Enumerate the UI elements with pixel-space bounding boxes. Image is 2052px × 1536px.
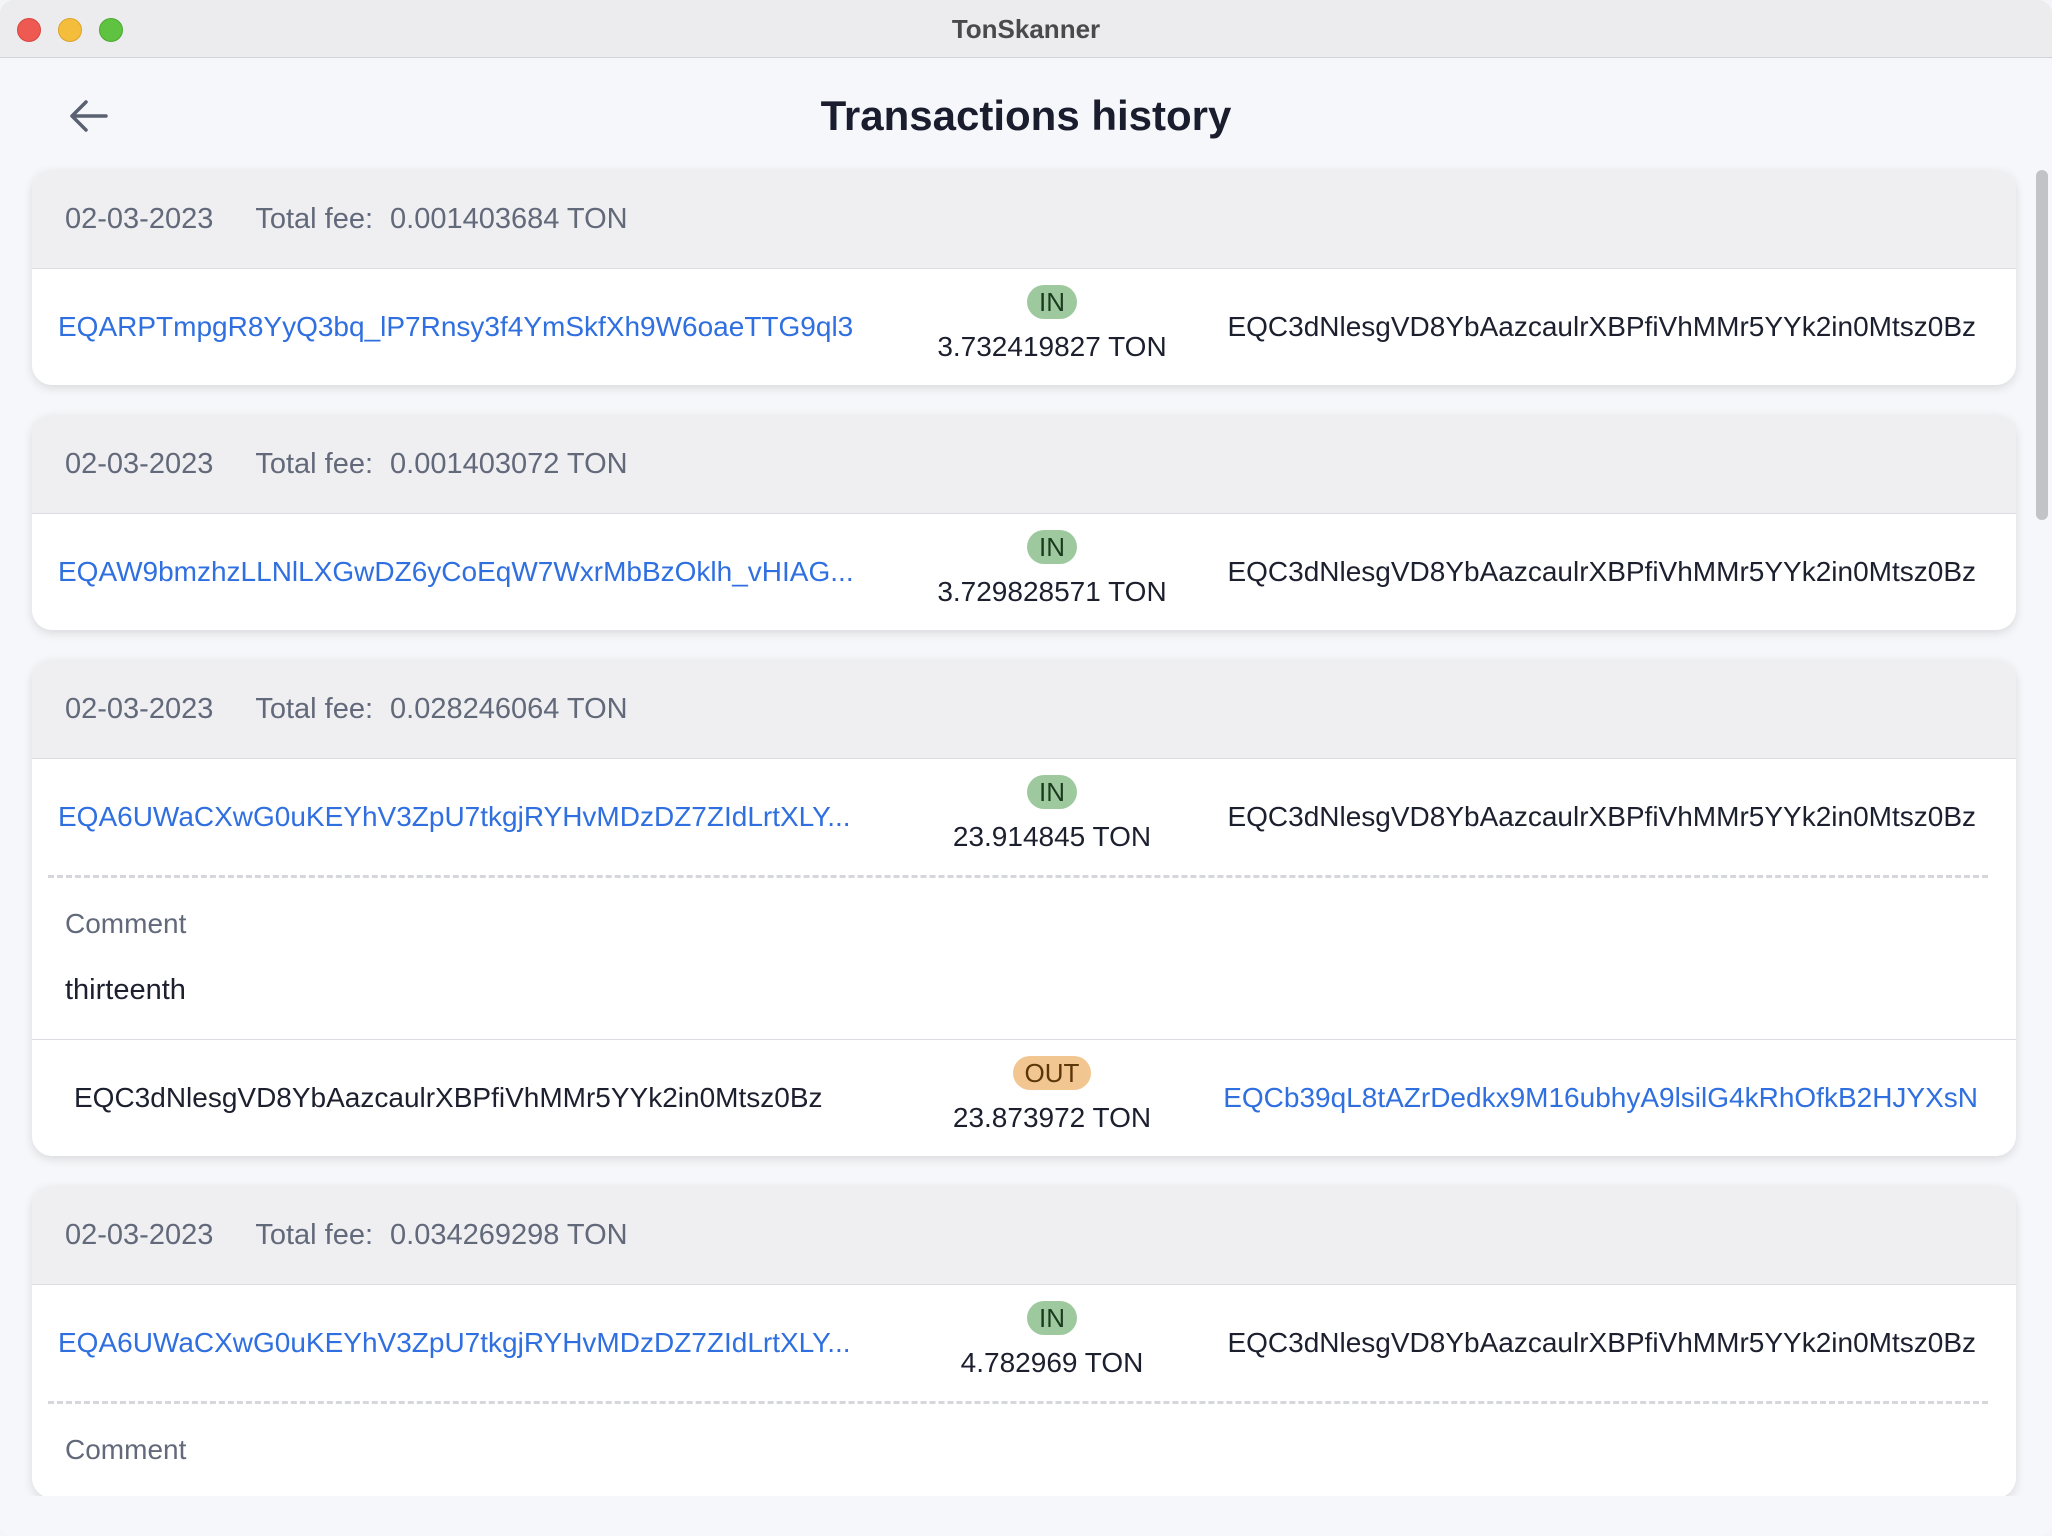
transactions-list: 02-03-2023 Total fee: 0.001403684 TON EQ… (32, 170, 2016, 1528)
transaction-date: 02-03-2023 (65, 447, 214, 480)
transaction-header: 02-03-2023 Total fee: 0.001403684 TON (32, 170, 2016, 269)
comment-label: Comment (65, 908, 187, 939)
total-fee-value: 0.001403072 TON (390, 447, 628, 480)
direction-badge: OUT (1012, 1056, 1092, 1090)
source-address-link[interactable]: EQA6UWaCXwG0uKEYhV3ZpU7tkgjRYHvMDzDZ7ZId… (58, 1327, 908, 1359)
page-header: Transactions history (0, 58, 2052, 170)
destination-address: EQC3dNlesgVD8YbAazcaulrXBPfiVhMMr5YYk2in… (1227, 311, 1976, 342)
window-bottom-edge (0, 1496, 2052, 1536)
transfer-info: OUT 23.873972 TON (872, 1056, 1232, 1134)
transaction-header: 02-03-2023 Total fee: 0.001403072 TON (32, 415, 2016, 514)
comment-label: Comment (65, 1434, 187, 1465)
transfer-amount: 3.729828571 TON (937, 576, 1167, 607)
total-fee-label: Total fee: (255, 447, 374, 480)
total-fee-value: 0.034269298 TON (390, 1218, 628, 1251)
title-bar: TonSkanner (0, 0, 2052, 58)
transaction-row: EQC3dNlesgVD8YbAazcaulrXBPfiVhMMr5YYk2in… (32, 1040, 2016, 1156)
transfer-info: IN 23.914845 TON (872, 775, 1232, 853)
transaction-row: EQARPTmpgR8YyQ3bq_lP7Rnsy3f4YmSkfXh9W6oa… (32, 269, 2016, 385)
destination-address-link[interactable]: EQCb39qL8tAZrDedkx9M16ubhyA9lsilG4kRhOfk… (1223, 1082, 1978, 1114)
transfer-info: IN 4.782969 TON (872, 1301, 1232, 1379)
direction-badge: IN (1027, 285, 1077, 319)
direction-badge: IN (1027, 530, 1077, 564)
transfer-info: IN 3.732419827 TON (872, 285, 1232, 363)
comment-text: thirteenth (65, 974, 186, 1006)
transaction-card: 02-03-2023 Total fee: 0.001403684 TON EQ… (32, 170, 2016, 385)
source-address-link[interactable]: EQARPTmpgR8YyQ3bq_lP7Rnsy3f4YmSkfXh9W6oa… (58, 311, 908, 343)
transaction-header: 02-03-2023 Total fee: 0.028246064 TON (32, 660, 2016, 759)
transaction-card: 02-03-2023 Total fee: 0.028246064 TON EQ… (32, 660, 2016, 1156)
transaction-date: 02-03-2023 (65, 692, 214, 725)
transfer-amount: 3.732419827 TON (937, 331, 1167, 362)
destination-address: EQC3dNlesgVD8YbAazcaulrXBPfiVhMMr5YYk2in… (1227, 801, 1976, 832)
source-address-link[interactable]: EQA6UWaCXwG0uKEYhV3ZpU7tkgjRYHvMDzDZ7ZId… (58, 801, 908, 833)
scrollbar-thumb[interactable] (2036, 170, 2048, 520)
app-title: TonSkanner (951, 14, 1101, 44)
transaction-date: 02-03-2023 (65, 1218, 214, 1251)
transaction-date: 02-03-2023 (65, 202, 214, 235)
transaction-header: 02-03-2023 Total fee: 0.034269298 TON (32, 1186, 2016, 1285)
destination-address: EQC3dNlesgVD8YbAazcaulrXBPfiVhMMr5YYk2in… (1227, 556, 1976, 587)
transaction-row: EQA6UWaCXwG0uKEYhV3ZpU7tkgjRYHvMDzDZ7ZId… (32, 1285, 2016, 1401)
total-fee-label: Total fee: (255, 202, 374, 235)
comment-section: Comment (32, 1404, 2016, 1498)
page-title: Transactions history (820, 92, 1232, 139)
total-fee-label: Total fee: (255, 692, 374, 725)
transaction-row: EQA6UWaCXwG0uKEYhV3ZpU7tkgjRYHvMDzDZ7ZId… (32, 759, 2016, 875)
transfer-amount: 23.873972 TON (952, 1102, 1152, 1133)
direction-badge: IN (1027, 775, 1077, 809)
comment-section: Comment thirteenth (32, 878, 2016, 1039)
transaction-row: EQAW9bmzhzLLNlLXGwDZ6yCoEqW7WxrMbBzOklh_… (32, 514, 2016, 630)
source-address: EQC3dNlesgVD8YbAazcaulrXBPfiVhMMr5YYk2in… (74, 1082, 823, 1113)
transfer-amount: 4.782969 TON (960, 1347, 1144, 1378)
destination-address: EQC3dNlesgVD8YbAazcaulrXBPfiVhMMr5YYk2in… (1227, 1327, 1976, 1358)
source-address-link[interactable]: EQAW9bmzhzLLNlLXGwDZ6yCoEqW7WxrMbBzOklh_… (58, 556, 908, 588)
transfer-info: IN 3.729828571 TON (872, 530, 1232, 608)
total-fee-value: 0.001403684 TON (390, 202, 628, 235)
transfer-amount: 23.914845 TON (952, 821, 1152, 852)
transaction-card: 02-03-2023 Total fee: 0.034269298 TON EQ… (32, 1186, 2016, 1498)
total-fee-value: 0.028246064 TON (390, 692, 628, 725)
direction-badge: IN (1027, 1301, 1077, 1335)
total-fee-label: Total fee: (255, 1218, 374, 1251)
app-window: TonSkanner Transactions history 02-03-20… (0, 0, 2052, 1536)
transaction-card: 02-03-2023 Total fee: 0.001403072 TON EQ… (32, 415, 2016, 630)
